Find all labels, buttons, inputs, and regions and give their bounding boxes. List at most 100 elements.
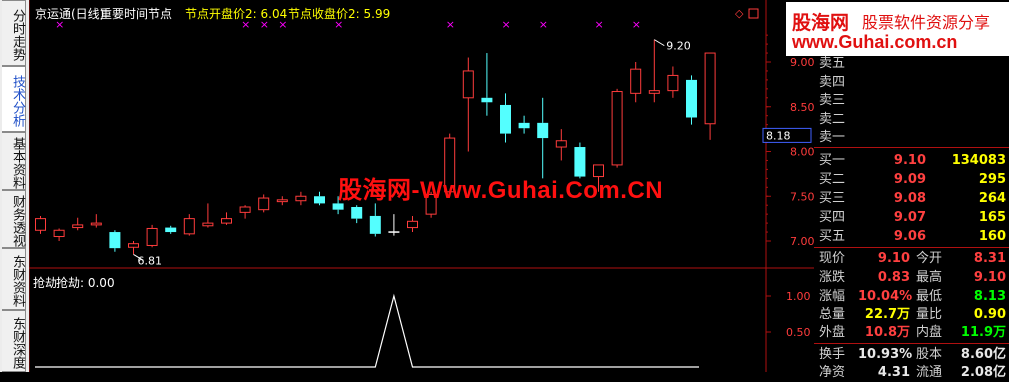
candle-up — [146, 227, 158, 246]
candle-down — [165, 227, 177, 233]
candle-down — [314, 196, 325, 204]
panel-separator — [814, 147, 1009, 148]
window-toggle-icon — [748, 8, 759, 19]
buy-level-row: 买三 9.08 264 — [814, 189, 1009, 208]
stat-value: 22.7万 — [864, 307, 910, 322]
price-tick-label: 7.00 — [790, 235, 814, 248]
node-marker: × — [595, 18, 604, 31]
stat-value: 0.83 — [877, 270, 910, 285]
stat-label: 流通 — [916, 365, 943, 380]
candle-up — [276, 199, 288, 203]
candle-up — [630, 68, 642, 94]
buy-level-volume: 134083 — [951, 153, 1006, 168]
node-open-price: 节点开盘价2: 6.04 — [185, 7, 288, 21]
current-price-tag: 8.18 — [766, 129, 791, 142]
lower-indicator-value: 抢劫: 0.00 — [56, 276, 115, 290]
price-tick-label: 8.50 — [790, 101, 814, 114]
stat-row: 涨幅 10.04% 最低 8.13 — [814, 287, 1009, 306]
sell-level-row: 卖五 — [814, 54, 1009, 73]
stock-title: 京运通(日线) — [35, 7, 105, 21]
indicator-tick-label: 0.50 — [786, 326, 811, 339]
candle-down — [351, 206, 363, 219]
buy-level-volume: 295 — [978, 172, 1006, 187]
stat-row: 净资 4.31 流通 2.08亿 — [814, 363, 1009, 382]
stat-label: 总量 — [819, 307, 846, 322]
sell-level-row: 卖一 — [814, 128, 1009, 147]
candle-up — [667, 74, 679, 92]
stat-label: 外盘 — [819, 325, 846, 340]
stat-label: 最低 — [916, 289, 943, 304]
buy-level-label: 买一 — [819, 153, 846, 168]
buy-level-label: 买三 — [819, 191, 846, 206]
logo-slogan: 股票软件资源分享 — [862, 13, 991, 32]
stat-label: 换手 — [819, 347, 846, 362]
stat-value: 0.90 — [973, 307, 1006, 322]
stat-label: 涨跌 — [819, 270, 846, 285]
tab-financials[interactable]: 财务透视 — [2, 190, 26, 248]
stat-label: 净资 — [819, 365, 846, 380]
sell-level-row: 卖四 — [814, 73, 1009, 92]
buy-level-label: 买四 — [819, 210, 846, 225]
buy-level-price: 9.10 — [893, 153, 926, 168]
stat-row: 总量 22.7万 量比 0.90 — [814, 305, 1009, 324]
candle-up — [462, 70, 474, 99]
candle-up — [183, 218, 195, 235]
sell-level-label: 卖五 — [819, 56, 846, 71]
stat-label: 量比 — [916, 307, 943, 322]
candle-up — [72, 224, 84, 229]
indicator-name: 重要时间节点 — [100, 7, 173, 21]
price-tick-label: 9.00 — [790, 56, 814, 69]
stat-label: 内盘 — [916, 325, 943, 340]
tab-dongcai-depth[interactable]: 东财深度 — [2, 310, 26, 372]
diamond-icon: ◇ — [735, 7, 744, 20]
panel-separator — [814, 247, 1009, 248]
stat-row: 外盘 10.8万 内盘 11.9万 — [814, 323, 1009, 342]
candle-down — [518, 122, 530, 129]
candle-down — [369, 215, 381, 234]
stat-row: 涨跌 0.83 最高 9.10 — [814, 268, 1009, 287]
candle-up — [555, 140, 567, 148]
candle-down — [686, 79, 697, 118]
left-tab-strip: 分时走势 技术分析 基本资料 财务透视 东财资料 东财深度 — [0, 0, 29, 372]
stat-value: 10.93% — [858, 347, 913, 362]
watermark-text: 股海网-Www.Guhai.Com.CN — [338, 177, 664, 204]
node-marker: × — [632, 18, 641, 31]
sell-level-label: 卖四 — [819, 74, 846, 90]
buy-level-row: 买二 9.09 295 — [814, 170, 1009, 189]
stat-label: 最高 — [916, 270, 943, 285]
tab-technical-analysis[interactable]: 技术分析 — [2, 66, 26, 132]
stat-label: 股本 — [916, 347, 943, 362]
candle-up — [221, 218, 232, 224]
sell-level-label: 卖一 — [819, 130, 846, 145]
tab-dongcai-info[interactable]: 东财资料 — [2, 248, 26, 310]
tab-intraday[interactable]: 分时走势 — [2, 0, 26, 66]
candle-up — [704, 52, 716, 125]
candle-up — [53, 229, 65, 238]
stat-value: 10.04% — [858, 289, 913, 304]
buy-level-volume: 264 — [978, 191, 1006, 206]
candle-down — [537, 122, 549, 139]
candle-up — [648, 90, 660, 94]
node-close-price: 节点收盘价2: 5.99 — [288, 7, 391, 21]
sell-level-label: 卖二 — [819, 111, 846, 127]
stat-label: 现价 — [819, 251, 846, 266]
indicator-tick-label: 1.00 — [786, 290, 811, 303]
candle-up — [128, 243, 139, 248]
buy-level-label: 买二 — [819, 172, 846, 187]
stat-row: 现价 9.10 今开 8.31 — [814, 249, 1009, 268]
candle-up — [295, 195, 307, 202]
buy-level-price: 9.09 — [893, 172, 926, 187]
high-annotation-arrow — [654, 39, 665, 47]
price-tick-label: 7.50 — [790, 190, 814, 203]
node-marker: × — [502, 18, 511, 31]
stat-value: 8.13 — [973, 289, 1006, 304]
tab-basic-info[interactable]: 基本资料 — [2, 132, 26, 190]
stat-label: 今开 — [916, 251, 943, 266]
buy-level-label: 买五 — [819, 229, 846, 244]
candle-up — [90, 222, 102, 226]
stat-value: 11.9万 — [960, 325, 1006, 340]
candle-down — [481, 97, 493, 103]
low-annotation: 6.81 — [138, 254, 163, 267]
candle-up — [202, 222, 214, 227]
candle-up — [239, 206, 251, 213]
